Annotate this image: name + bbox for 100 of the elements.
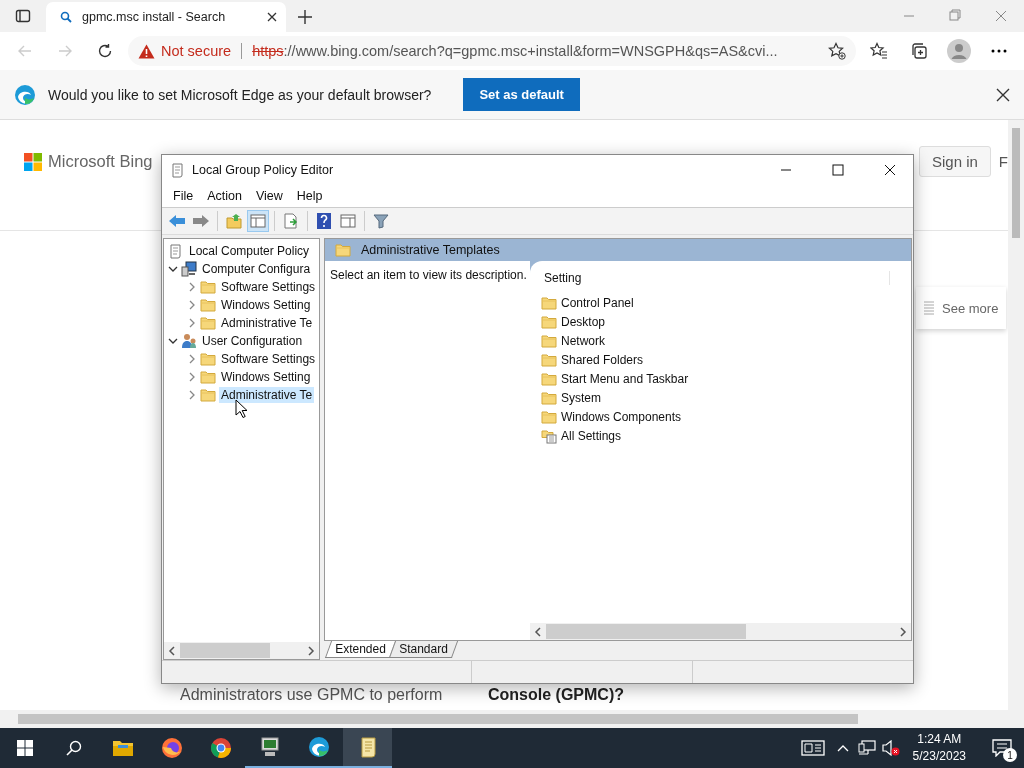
expand-chevron-icon[interactable] [187, 282, 197, 292]
news-icon[interactable] [800, 740, 825, 756]
menu-item[interactable]: Help [289, 189, 330, 203]
folder-icon[interactable] [111, 739, 134, 757]
folder-icon [541, 370, 557, 387]
folder-icon [200, 387, 216, 403]
maximize-icon[interactable] [832, 164, 844, 176]
volume-muted-icon[interactable] [881, 740, 900, 756]
collapse-chevron-icon[interactable] [168, 264, 178, 274]
view-tab[interactable]: Extended [324, 641, 396, 658]
chrome-icon[interactable] [209, 737, 232, 759]
notification-icon[interactable] [992, 739, 1012, 757]
search-icon [60, 11, 72, 23]
more-icon[interactable] [991, 49, 1007, 53]
default-browser-prompt: Would you like to set Microsoft Edge as your default browser? [48, 86, 432, 103]
view-tab[interactable]: Standard [388, 641, 458, 658]
favorites-icon[interactable] [870, 42, 888, 60]
tree-item[interactable]: Administrative Te [219, 315, 315, 331]
scroll-right-icon[interactable] [307, 645, 315, 656]
tree-item[interactable]: User Configuration [200, 333, 305, 349]
new-tab-icon[interactable] [297, 9, 313, 25]
tree-item[interactable]: Software Settings [219, 279, 318, 295]
bing-logo-icon [24, 152, 42, 171]
security-label[interactable]: Not secure [161, 43, 232, 59]
profile-avatar-icon[interactable] [947, 39, 971, 63]
horizontal-scrollbar[interactable] [164, 642, 319, 659]
edge-icon[interactable] [307, 736, 330, 758]
setting-item[interactable]: System [561, 390, 601, 405]
add-favorite-icon[interactable] [828, 42, 846, 60]
folder-icon [200, 369, 216, 385]
menu-item[interactable]: File [166, 189, 201, 203]
collapse-chevron-icon[interactable] [168, 336, 178, 346]
back-arrow-icon[interactable] [168, 214, 186, 228]
scroll-right-icon[interactable] [899, 626, 907, 637]
notification-count: 1 [1003, 748, 1017, 762]
set-default-button[interactable]: Set as default [463, 78, 580, 111]
close-tab-icon[interactable] [266, 11, 278, 23]
collections-icon[interactable] [910, 42, 928, 60]
refresh-icon[interactable] [97, 43, 113, 59]
setting-item[interactable]: Network [561, 333, 605, 348]
show-tree-icon[interactable] [250, 214, 266, 228]
horizontal-scrollbar[interactable] [0, 710, 1024, 728]
setting-item[interactable]: Desktop [561, 314, 606, 329]
export-list-icon[interactable] [283, 213, 299, 229]
column-header[interactable]: Setting [544, 271, 890, 285]
computer-management-icon[interactable] [258, 736, 281, 758]
clock-date[interactable]: 5/23/2023 [912, 748, 966, 765]
setting-item[interactable]: All Settings [561, 428, 622, 443]
expand-chevron-icon[interactable] [187, 300, 197, 310]
policy-scroll-icon [170, 162, 186, 178]
document-icon [922, 300, 936, 316]
start-icon[interactable] [16, 740, 33, 756]
setting-item[interactable]: Start Menu and Taskbar [561, 371, 689, 386]
folder-icon [200, 315, 216, 331]
forward-arrow-icon[interactable] [192, 214, 210, 228]
scroll-left-icon[interactable] [168, 645, 176, 656]
expand-chevron-icon[interactable] [187, 318, 197, 328]
horizontal-scrollbar[interactable] [530, 623, 911, 640]
help-icon[interactable] [317, 213, 331, 229]
expand-chevron-icon[interactable] [187, 372, 197, 382]
computer-icon [181, 261, 197, 277]
see-more-card[interactable]: See more [916, 287, 1006, 329]
close-icon[interactable] [996, 87, 1010, 102]
menu-item[interactable]: View [248, 189, 290, 203]
scroll-left-icon[interactable] [534, 626, 542, 637]
policy-scroll-icon [168, 243, 184, 259]
fox-browser-icon[interactable] [160, 737, 183, 759]
network-icon[interactable] [857, 740, 876, 756]
browser-tab[interactable]: gpmc.msc install - Search [46, 2, 286, 32]
folder-icon [541, 294, 557, 311]
expand-chevron-icon[interactable] [187, 354, 197, 364]
setting-item[interactable]: Windows Components [561, 409, 682, 424]
warning-icon [138, 43, 155, 59]
address-url[interactable]: https://www.bing.com/search?q=gpmc.msc+install&form=WNSGPH&qs=AS&cvi... [252, 43, 778, 59]
settings-list-icon [541, 427, 557, 444]
see-more-link[interactable]: See more [942, 300, 999, 316]
show-hidden-icons-icon[interactable] [836, 744, 849, 752]
filter-icon[interactable] [373, 213, 389, 229]
vertical-scrollbar[interactable] [1008, 120, 1024, 710]
tree-item[interactable]: Software Settings [219, 351, 318, 367]
search-icon[interactable] [65, 740, 82, 756]
menu-item[interactable]: Action [200, 189, 249, 203]
tree-item[interactable]: Windows Setting [219, 297, 313, 313]
tree-item[interactable]: Windows Setting [219, 369, 313, 385]
expand-chevron-icon[interactable] [187, 390, 197, 400]
edge-logo-icon [14, 83, 36, 106]
view-pane-icon[interactable] [340, 214, 356, 228]
setting-item[interactable]: Control Panel [561, 295, 634, 310]
tree-item[interactable]: Computer Configura [200, 261, 313, 277]
tree-item[interactable]: Local Computer Policy [187, 243, 312, 259]
sign-in-button[interactable]: Sign in [918, 146, 991, 177]
clock-time[interactable]: 1:24 AM [917, 731, 962, 748]
setting-item[interactable]: Shared Folders [561, 352, 644, 367]
result-title[interactable]: Console (GPMC)? [488, 686, 624, 704]
close-icon[interactable] [884, 164, 896, 176]
folder-icon [200, 279, 216, 295]
tree-item[interactable]: Administrative Te [219, 387, 315, 403]
folder-icon [541, 389, 557, 406]
users-icon [181, 333, 197, 349]
tab-actions-icon[interactable] [15, 8, 31, 24]
